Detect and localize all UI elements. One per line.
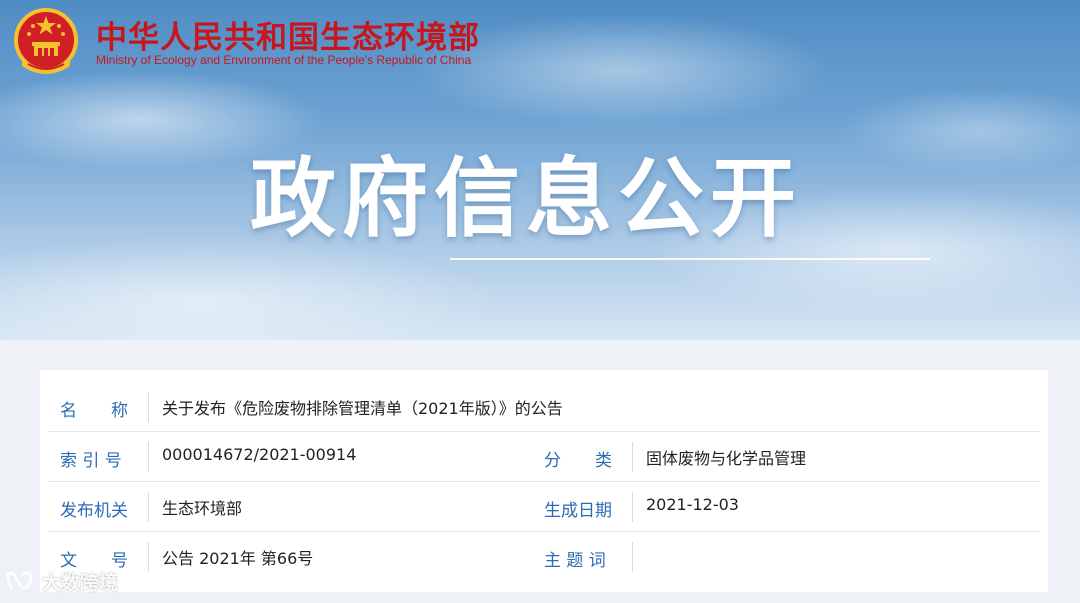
site-name[interactable]: 中华人民共和国生态环境部 bbox=[96, 12, 480, 57]
watermark: 大数跨境 bbox=[6, 566, 118, 596]
national-emblem-icon bbox=[14, 8, 78, 74]
info-row-name: 名 称 关于发布《危险废物排除管理清单（2021年版）》的公告 bbox=[40, 382, 1048, 432]
publisher-label: 发布机关 bbox=[60, 501, 128, 521]
row-divider bbox=[148, 442, 149, 472]
index-no-label: 索 引 号 bbox=[60, 451, 122, 471]
category-label: 分 类 bbox=[544, 451, 612, 471]
publisher-value: 生态环境部 bbox=[162, 499, 243, 518]
info-row-docno: 文 号 公告 2021年 第66号 主 题 词 bbox=[40, 532, 1048, 582]
category-value: 固体废物与化学品管理 bbox=[646, 449, 807, 468]
date-value: 2021-12-03 bbox=[646, 495, 739, 514]
watermark-text: 大数跨境 bbox=[42, 571, 119, 594]
name-label: 名 称 bbox=[60, 401, 128, 421]
page-title: 政府信息公开 bbox=[250, 149, 802, 249]
name-value: 关于发布《危险废物排除管理清单（2021年版）》的公告 bbox=[162, 399, 563, 418]
info-row-publisher: 发布机关 生态环境部 生成日期 2021-12-03 bbox=[40, 482, 1048, 532]
row-divider bbox=[632, 442, 633, 472]
header-banner: 中华人民共和国生态环境部 Ministry of Ecology and Env… bbox=[0, 0, 1080, 340]
info-row-index: 索 引 号 000014672/2021-00914 分 类 固体废物与化学品管… bbox=[40, 432, 1048, 482]
title-underline bbox=[450, 258, 930, 260]
info-card: 名 称 关于发布《危险废物排除管理清单（2021年版）》的公告 索 引 号 00… bbox=[40, 370, 1048, 592]
row-divider bbox=[632, 542, 633, 572]
wechat-channel-icon bbox=[6, 571, 33, 590]
row-divider bbox=[148, 542, 149, 572]
subject-label: 主 题 词 bbox=[544, 551, 606, 571]
row-divider bbox=[148, 392, 149, 422]
index-no-value: 000014672/2021-00914 bbox=[162, 445, 357, 464]
site-name-english[interactable]: Ministry of Ecology and Environment of t… bbox=[96, 53, 471, 67]
date-label: 生成日期 bbox=[544, 501, 612, 521]
doc-no-value: 公告 2021年 第66号 bbox=[162, 549, 314, 568]
row-divider bbox=[632, 492, 633, 522]
row-divider bbox=[148, 492, 149, 522]
